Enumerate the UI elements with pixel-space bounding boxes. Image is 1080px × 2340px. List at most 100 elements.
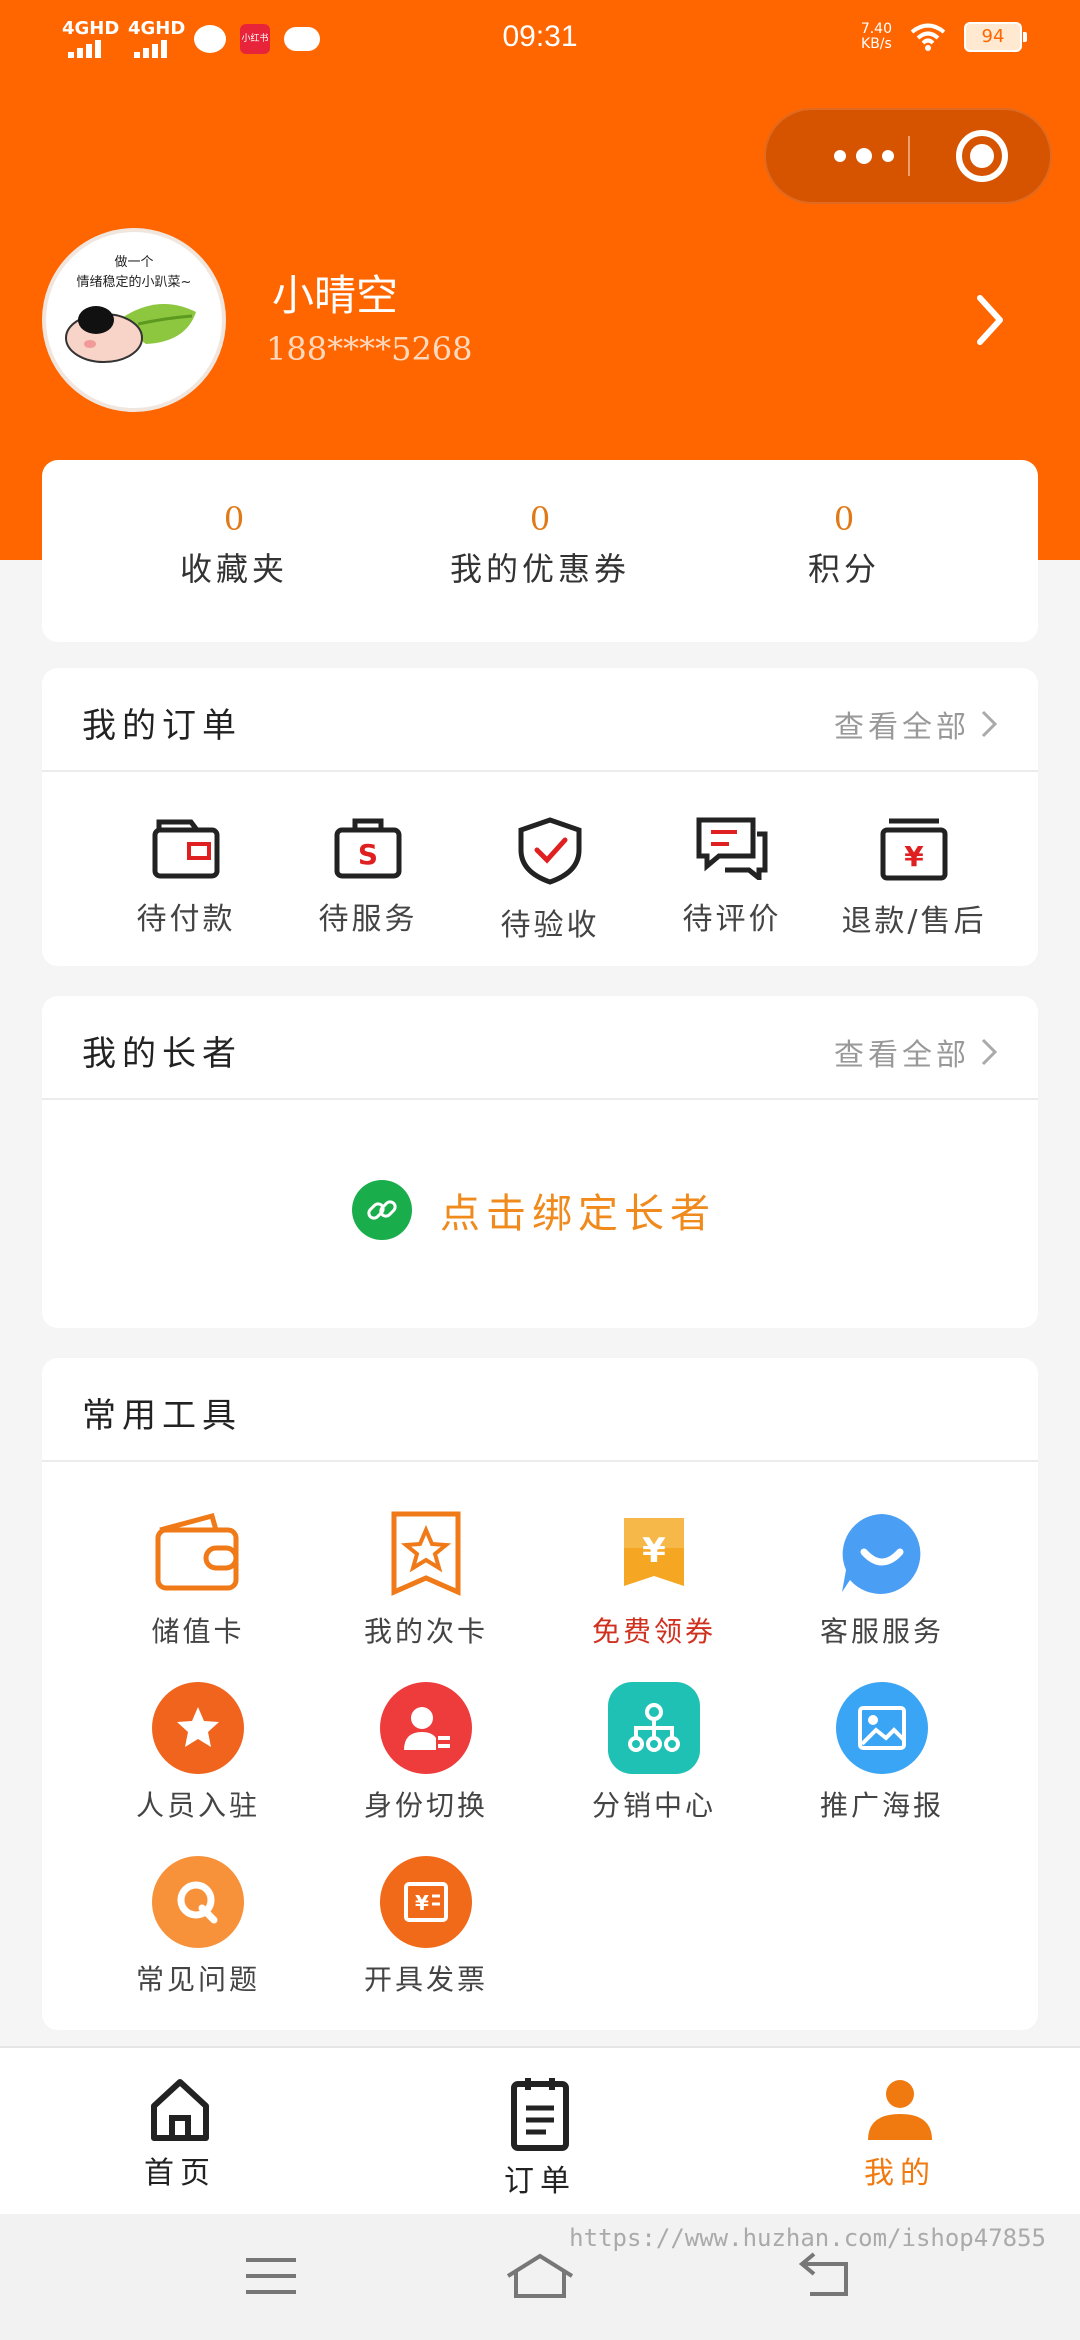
tool-staff-join[interactable]: 人员入驻 — [98, 1682, 298, 1824]
order-pending-review[interactable]: 待评价 — [642, 816, 822, 938]
stat-label: 积分 — [807, 550, 880, 588]
menu-icon[interactable] — [244, 2256, 298, 2296]
tool-label: 开具发票 — [363, 1963, 488, 1996]
svg-text:做一个: 做一个 — [114, 255, 153, 270]
tool-label: 免费领券 — [591, 1615, 716, 1648]
tool-identity-switch[interactable]: 身份切换 — [326, 1682, 526, 1824]
coupon-icon: ¥ — [608, 1508, 700, 1600]
user-icon — [868, 2080, 932, 2140]
svg-text:情绪稳定的小趴菜~: 情绪稳定的小趴菜~ — [77, 274, 192, 290]
stat-label: 我的优惠券 — [449, 550, 630, 588]
elders-card: 我的长者 查看全部 点击绑定长者 — [42, 996, 1038, 1328]
tab-home[interactable]: 首页 — [100, 2076, 260, 2192]
tool-label: 身份切换 — [363, 1789, 488, 1822]
stat-favorites[interactable]: 0 收藏夹 — [84, 500, 384, 590]
phone-number: 188****5268 — [266, 330, 473, 368]
order-label: 待验收 — [500, 908, 600, 943]
distribution-icon — [608, 1682, 700, 1774]
tool-stored-value-card[interactable]: 储值卡 — [98, 1508, 298, 1650]
section-title: 我的订单 — [82, 706, 242, 746]
tool-label: 分销中心 — [591, 1789, 716, 1822]
section-title: 我的长者 — [82, 1034, 242, 1074]
view-all-orders-link[interactable]: 查看全部 — [834, 702, 998, 746]
view-all-label: 查看全部 — [834, 710, 970, 745]
tab-label: 我的 — [864, 2156, 936, 2191]
orders-header: 我的订单 查看全部 — [42, 668, 1038, 772]
tool-label: 储值卡 — [151, 1615, 245, 1648]
wifi-icon — [910, 23, 946, 51]
tool-label: 推广海报 — [819, 1789, 944, 1822]
stat-points[interactable]: 0 积分 — [694, 500, 994, 590]
status-bar: 4GHD 4GHD 小红书 09:31 7.40 KB/s 94 — [0, 0, 1080, 80]
svg-text:¥: ¥ — [904, 840, 924, 873]
order-pending-acceptance[interactable]: 待验收 — [460, 816, 640, 944]
tab-label: 首页 — [144, 2156, 216, 2191]
customer-service-icon — [836, 1508, 928, 1600]
tab-label: 订单 — [504, 2164, 576, 2199]
stat-value: 0 — [529, 500, 551, 538]
tools-header: 常用工具 — [42, 1358, 1038, 1462]
back-icon[interactable] — [796, 2252, 852, 2298]
view-all-elders-link[interactable]: 查看全部 — [834, 1030, 998, 1074]
tool-label: 客服服务 — [819, 1615, 944, 1648]
link-icon — [352, 1180, 412, 1240]
miniprogram-capsule — [764, 108, 1052, 204]
order-refund[interactable]: ¥ 退款/售后 — [824, 816, 1004, 940]
speed-unit: KB/s — [861, 36, 892, 52]
star-card-icon — [380, 1508, 472, 1600]
faq-icon — [152, 1856, 244, 1948]
bag-icon: S — [334, 818, 402, 879]
tab-mine[interactable]: 我的 — [820, 2076, 980, 2192]
more-icon[interactable] — [814, 110, 914, 202]
network-speed: 7.40 KB/s — [861, 22, 892, 52]
tool-invoice[interactable]: ¥ 开具发票 — [326, 1856, 526, 1998]
stat-label: 收藏夹 — [179, 550, 288, 588]
home-icon — [151, 2079, 209, 2141]
order-label: 退款/售后 — [841, 904, 987, 939]
bind-elder-label: 点击绑定长者 — [440, 1191, 716, 1237]
stat-coupons[interactable]: 0 我的优惠券 — [390, 500, 690, 590]
tool-distribution-center[interactable]: 分销中心 — [554, 1682, 754, 1824]
speed-value: 7.40 — [860, 21, 892, 37]
chevron-right-icon — [981, 1038, 998, 1066]
invoice-icon: ¥ — [380, 1856, 472, 1948]
order-pending-payment[interactable]: 待付款 — [96, 816, 276, 938]
tool-label: 我的次卡 — [363, 1615, 488, 1648]
star-icon — [152, 1682, 244, 1774]
image-icon — [836, 1682, 928, 1774]
order-label: 待评价 — [682, 902, 782, 937]
bottom-tab-bar: 首页 订单 我的 — [0, 2046, 1080, 2214]
comment-icon — [696, 817, 768, 880]
tool-promo-poster[interactable]: 推广海报 — [782, 1682, 982, 1824]
order-pending-service[interactable]: S 待服务 — [278, 816, 458, 938]
battery-indicator: 94 — [964, 22, 1027, 52]
avatar[interactable]: 做一个 情绪稳定的小趴菜~ — [42, 228, 226, 412]
stat-value: 0 — [833, 500, 855, 538]
watermark: https://www.huzhan.com/ishop47855 — [569, 2224, 1046, 2252]
bind-elder-button[interactable]: 点击绑定长者 — [352, 1180, 716, 1240]
username[interactable]: 小晴空 — [272, 262, 398, 323]
close-miniprogram-icon[interactable] — [956, 130, 1008, 182]
home-nav-icon[interactable] — [504, 2252, 576, 2300]
tab-orders[interactable]: 订单 — [460, 2076, 620, 2200]
view-all-label: 查看全部 — [834, 1038, 970, 1073]
tool-customer-service[interactable]: 客服服务 — [782, 1508, 982, 1650]
avatar-image: 做一个 情绪稳定的小趴菜~ — [65, 255, 196, 363]
system-navigation-bar: https://www.huzhan.com/ishop47855 — [0, 2214, 1080, 2340]
chevron-right-icon[interactable] — [970, 290, 1010, 350]
tool-free-coupon[interactable]: ¥ 免费领券 — [554, 1508, 754, 1650]
stats-card: 0 收藏夹 0 我的优惠券 0 积分 — [42, 460, 1038, 642]
section-title: 常用工具 — [82, 1396, 242, 1436]
orders-card: 我的订单 查看全部 待付款 S 待服务 待验收 待评价 ¥ 退款/售后 — [42, 668, 1038, 966]
tool-label: 人员入驻 — [135, 1789, 260, 1822]
order-list-icon — [511, 2078, 569, 2151]
wallet-icon — [152, 1508, 244, 1600]
stat-value: 0 — [223, 500, 245, 538]
order-label: 待服务 — [318, 902, 418, 937]
tool-punch-card[interactable]: 我的次卡 — [326, 1508, 526, 1650]
refund-icon: ¥ — [880, 818, 948, 881]
svg-text:¥: ¥ — [415, 1891, 429, 1915]
order-label: 待付款 — [136, 902, 236, 937]
svg-text:¥: ¥ — [642, 1531, 666, 1571]
tool-faq[interactable]: 常见问题 — [98, 1856, 298, 1998]
